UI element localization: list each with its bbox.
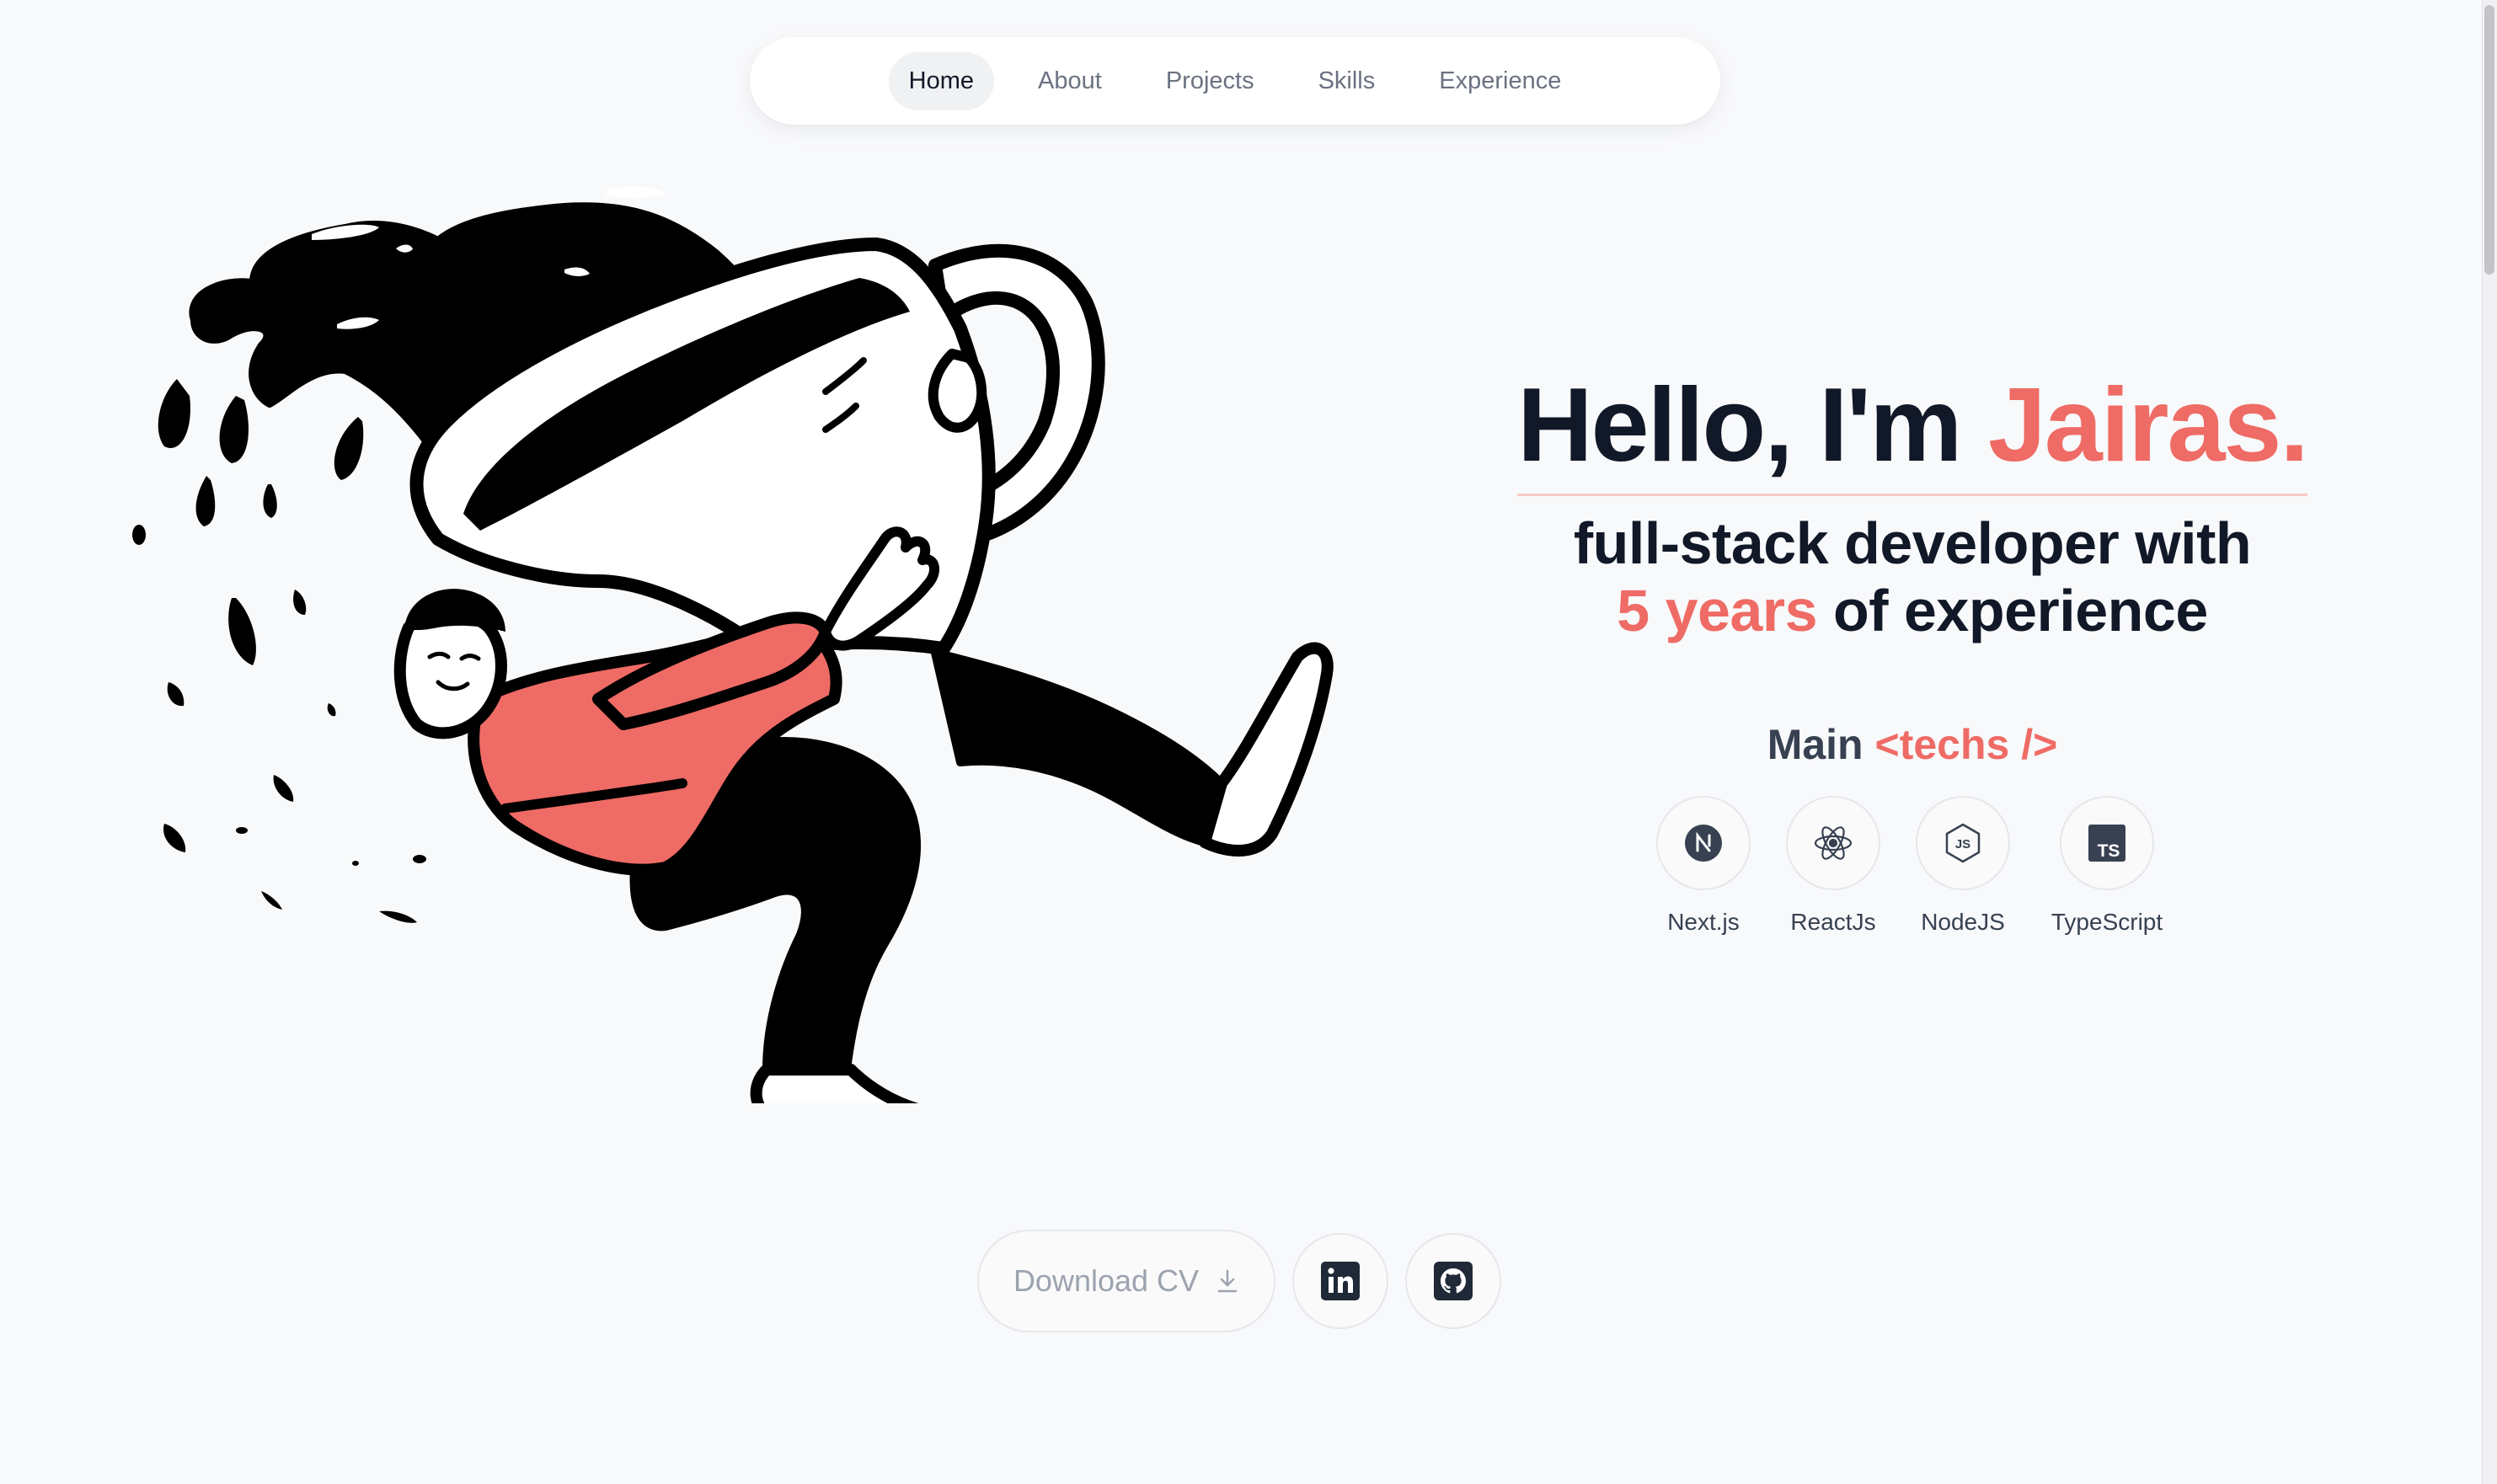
scrollbar-thumb[interactable] [2484,5,2494,275]
nav-experience[interactable]: Experience [1419,52,1581,110]
linkedin-button[interactable] [1292,1233,1388,1329]
tech-item-typescript: TS TypeScript [2045,796,2169,936]
splash-droplets [132,379,426,923]
nextjs-icon [1656,796,1751,891]
nav-home[interactable]: Home [888,51,995,110]
left-shoe [750,1064,919,1103]
svg-text:TS: TS [2098,841,2120,861]
subtitle-line1: full-stack developer with [1573,510,2252,577]
techs-heading-main: Main [1767,721,1875,769]
hero-subtitle: full-stack developer with 5 years of exp… [1573,510,2252,644]
react-icon [1786,796,1880,891]
hero-illustration [132,186,1334,1103]
tech-label: Next.js [1667,909,1740,936]
tech-item-react: ReactJs [1785,796,1881,936]
svg-text:JS: JS [1955,837,1970,851]
techs-heading-accent: <techs /> [1874,721,2058,769]
hero-name: Jairas. [1987,367,2309,483]
github-icon [1434,1262,1473,1300]
typescript-icon: TS [2060,796,2154,891]
tech-item-nextjs: Next.js [1655,796,1751,936]
page: Home About Projects Skills Experience He… [0,0,2497,1484]
techs-heading: Main <techs /> [1767,720,2058,769]
tech-label: NodeJS [1921,909,2005,936]
hero-section: Hello, I'm Jairas. full-stack developer … [1449,371,2376,936]
download-cv-button[interactable]: Download CV [977,1230,1275,1332]
top-nav: Home About Projects Skills Experience [750,37,1720,125]
tech-item-nodejs: JS NodeJS [1915,796,2011,936]
github-button[interactable] [1405,1233,1501,1329]
hero-title: Hello, I'm Jairas. [1517,371,2309,497]
subtitle-line2: of experience [1817,578,2208,644]
download-cv-label: Download CV [1013,1263,1200,1298]
page-scrollbar[interactable] [2482,0,2497,1484]
right-leg [931,649,1226,846]
tech-label: TypeScript [2051,909,2163,936]
right-shoe [1199,642,1334,857]
greeting: Hello, I'm [1517,367,1988,483]
tech-list: Next.js ReactJs JS NodeJS TS TypeScript [1655,796,2169,936]
nav-about[interactable]: About [1018,52,1122,110]
tech-label: ReactJs [1790,909,1876,936]
years-highlight: 5 years [1617,578,1818,644]
nav-skills[interactable]: Skills [1298,52,1396,110]
person-head [393,607,507,739]
nav-projects[interactable]: Projects [1146,52,1275,110]
download-icon [1217,1269,1238,1293]
nodejs-icon: JS [1916,796,2010,891]
linkedin-icon [1321,1262,1360,1300]
hero-actions: Download CV [977,1230,1501,1332]
